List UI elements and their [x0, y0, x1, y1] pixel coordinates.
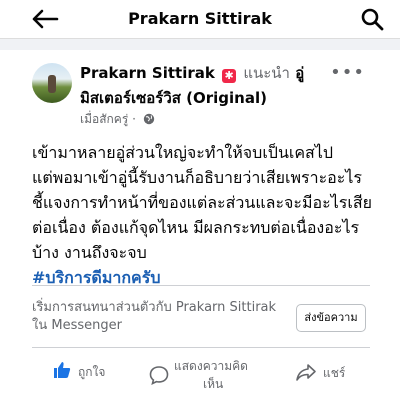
- hashtag-link[interactable]: #บริการดีมากครับ: [32, 265, 377, 290]
- post-line: เข้ามาหลายอู่ส่วนใหญ่จะทำให้จบเป็นเคสไป: [32, 143, 334, 162]
- post-meta: เมื่อสักครู่ ·: [80, 110, 155, 129]
- post-line: แต่พอมาเข้าอู่นี้รับงานก็อธิบายว่าเสียเพ…: [32, 168, 362, 187]
- like-icon: [54, 362, 71, 378]
- comment-label-line: แสดงความคิด: [174, 359, 248, 373]
- avatar[interactable]: [32, 63, 72, 103]
- comment-label-line: เห็น: [203, 377, 224, 391]
- post-body: เข้ามาหลายอู่ส่วนใหญ่จะทำให้จบเป็นเคสไป …: [32, 140, 377, 290]
- recommend-target[interactable]: อู่: [295, 64, 304, 82]
- more-icon[interactable]: •••: [330, 62, 365, 83]
- action-bar: ถูกใจ แสดงความคิด เห็น แชร์: [0, 352, 400, 400]
- share-button[interactable]: แชร์: [295, 358, 365, 388]
- search-icon[interactable]: [360, 7, 386, 31]
- recommend-target-name[interactable]: มิสเตอร์เซอร์วิส (Original): [80, 86, 267, 110]
- top-bar: Prakarn Sittirak: [0, 0, 400, 39]
- post-time[interactable]: เมื่อสักครู่ ·: [80, 112, 136, 126]
- like-button[interactable]: ถูกใจ: [52, 358, 122, 388]
- comment-icon: [149, 366, 169, 385]
- share-icon: [296, 364, 316, 381]
- divider: [32, 347, 370, 348]
- post-header-line: Prakarn Sittirak ✱ แนะนำ อู่: [80, 63, 350, 83]
- messenger-prompt-line: เริ่มการสนทนาส่วนตัวกับ Prakarn Sittirak: [32, 300, 277, 315]
- divider: [32, 285, 370, 286]
- messenger-prompt-line: ใน Messenger: [32, 318, 122, 333]
- share-label: แชร์: [323, 366, 346, 380]
- post-line: บ้าง งานถึงจะจบ: [32, 243, 147, 262]
- messenger-prompt: เริ่มการสนทนาส่วนตัวกับ Prakarn Sittirak…: [32, 299, 282, 335]
- like-label: ถูกใจ: [78, 365, 106, 379]
- author-name[interactable]: Prakarn Sittirak: [80, 64, 215, 82]
- post-card: Prakarn Sittirak ✱ แนะนำ อู่ มิสเตอร์เซอ…: [0, 50, 400, 400]
- page-title: Prakarn Sittirak: [128, 9, 272, 28]
- post-line: ต่อเนื่อง ต้องแก้จุดไหน มีผลกระทบต่อเนื่…: [32, 218, 360, 237]
- post-line: ชี้แจงการทำหน้าที่ของแต่ละส่วนและจะมีอะไ…: [32, 193, 372, 212]
- send-message-button[interactable]: ส่งข้อความ: [296, 304, 366, 332]
- recommend-label: แนะนำ: [243, 64, 290, 82]
- globe-icon: [143, 113, 155, 128]
- comment-button[interactable]: แสดงความคิด เห็น: [148, 358, 258, 394]
- badge-icon: ✱: [222, 69, 237, 83]
